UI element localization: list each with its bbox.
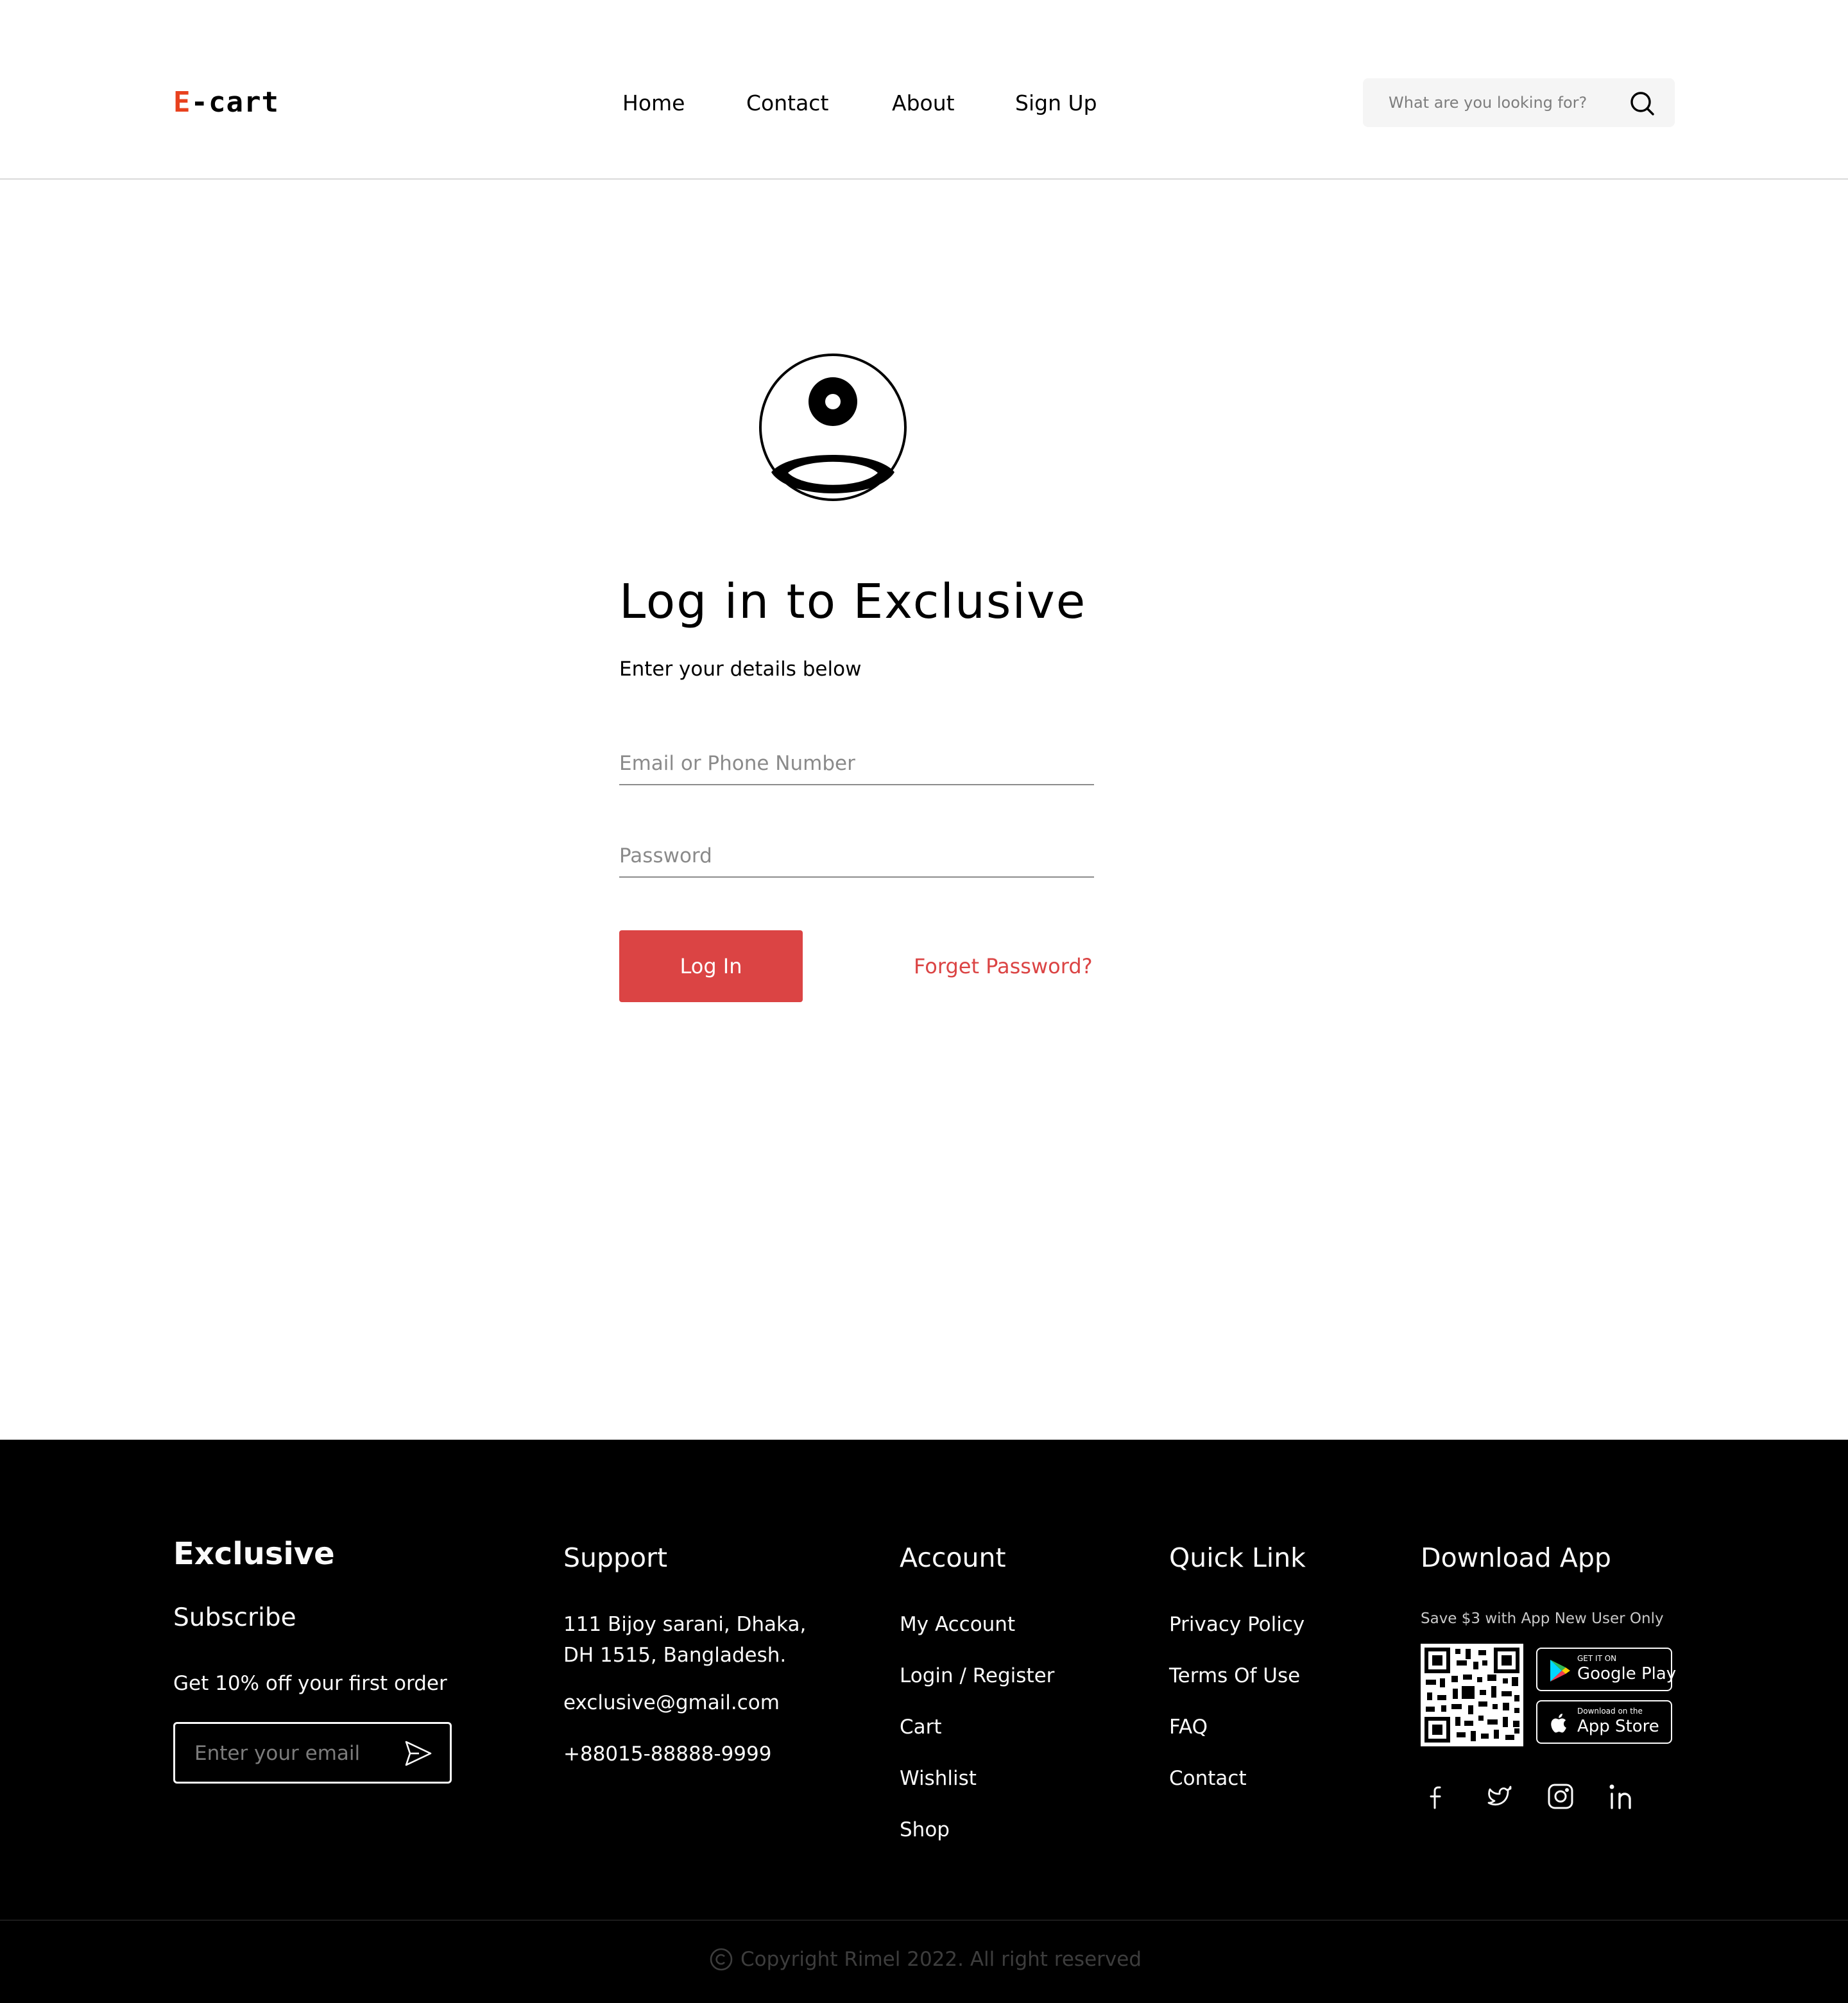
copyright-icon <box>710 1948 733 1971</box>
app-store-small-text: Download on the <box>1577 1707 1643 1716</box>
logo[interactable]: E-cart <box>173 85 279 121</box>
site-footer: Exclusive Subscribe Get 10% off your fir… <box>0 1440 1848 2003</box>
support-address-line2: DH 1515, Bangladesh. <box>563 1644 787 1667</box>
copyright-text: Copyright Rimel 2022. All right reserved <box>740 1948 1142 1971</box>
footer-link-login-register[interactable]: Login / Register <box>900 1660 1054 1691</box>
send-icon[interactable] <box>402 1738 434 1769</box>
footer-link-faq[interactable]: FAQ <box>1169 1712 1208 1743</box>
nav-link-about[interactable]: About <box>892 89 955 118</box>
footer-link-shop[interactable]: Shop <box>900 1814 950 1845</box>
search-box <box>1363 78 1675 127</box>
footer-link-cart[interactable]: Cart <box>900 1712 942 1743</box>
footer-offer-text: Get 10% off your first order <box>173 1672 447 1695</box>
support-phone-link[interactable]: +88015-88888-9999 <box>563 1739 771 1769</box>
login-button[interactable]: Log In <box>619 930 803 1002</box>
footer-brand: Exclusive <box>173 1536 335 1572</box>
footer-download-title: Download App <box>1421 1542 1611 1573</box>
google-play-small-text: GET IT ON <box>1577 1654 1617 1663</box>
logo-text: -cart <box>191 86 279 119</box>
footer-link-my-account[interactable]: My Account <box>900 1609 1015 1640</box>
subscribe-email-box <box>173 1722 452 1784</box>
copyright: Copyright Rimel 2022. All right reserved <box>708 1944 1142 1975</box>
footer-subscribe-title: Subscribe <box>173 1603 296 1632</box>
login-title: Log in to Exclusive <box>619 574 1087 629</box>
logo-accent-letter: E <box>173 86 191 119</box>
app-store-badge[interactable]: Download on the App Store <box>1536 1700 1672 1744</box>
search-input[interactable] <box>1389 89 1607 117</box>
search-icon[interactable] <box>1627 89 1657 118</box>
footer-link-contact[interactable]: Contact <box>1169 1763 1247 1794</box>
google-play-big-text: Google Play <box>1577 1664 1677 1683</box>
site-header: E-cart Home Contact About Sign Up <box>0 0 1848 180</box>
footer-support-title: Support <box>563 1542 668 1573</box>
login-subtitle: Enter your details below <box>619 658 862 681</box>
user-circle-icon <box>759 354 907 501</box>
forget-password-link[interactable]: Forget Password? <box>914 952 1093 980</box>
footer-link-wishlist[interactable]: Wishlist <box>900 1763 977 1794</box>
copyright-bar: Copyright Rimel 2022. All right reserved <box>0 1920 1848 2003</box>
facebook-icon[interactable] <box>1421 1780 1454 1813</box>
apple-icon <box>1551 1714 1566 1733</box>
password-field[interactable] <box>619 835 1094 878</box>
google-play-icon <box>1550 1660 1570 1682</box>
nav-link-contact[interactable]: Contact <box>746 89 828 118</box>
qr-code-icon[interactable] <box>1421 1644 1523 1746</box>
footer-account-title: Account <box>900 1542 1006 1573</box>
twitter-icon[interactable] <box>1482 1780 1516 1813</box>
support-address-line1: 111 Bijoy sarani, Dhaka, <box>563 1613 807 1636</box>
footer-link-terms[interactable]: Terms Of Use <box>1169 1660 1300 1691</box>
subscribe-email-input[interactable] <box>194 1738 387 1769</box>
footer-link-privacy-policy[interactable]: Privacy Policy <box>1169 1609 1305 1640</box>
instagram-icon[interactable] <box>1544 1780 1577 1813</box>
linkedin-icon[interactable] <box>1605 1780 1639 1813</box>
nav-link-home[interactable]: Home <box>622 89 685 118</box>
app-store-big-text: App Store <box>1577 1717 1659 1736</box>
email-field[interactable] <box>619 743 1094 785</box>
footer-quick-link-title: Quick Link <box>1169 1542 1306 1573</box>
google-play-badge[interactable]: GET IT ON Google Play <box>1536 1648 1676 1691</box>
nav-link-signup[interactable]: Sign Up <box>1015 89 1097 118</box>
download-app-note: Save $3 with App New User Only <box>1421 1610 1664 1627</box>
support-email-link[interactable]: exclusive@gmail.com <box>563 1687 780 1718</box>
